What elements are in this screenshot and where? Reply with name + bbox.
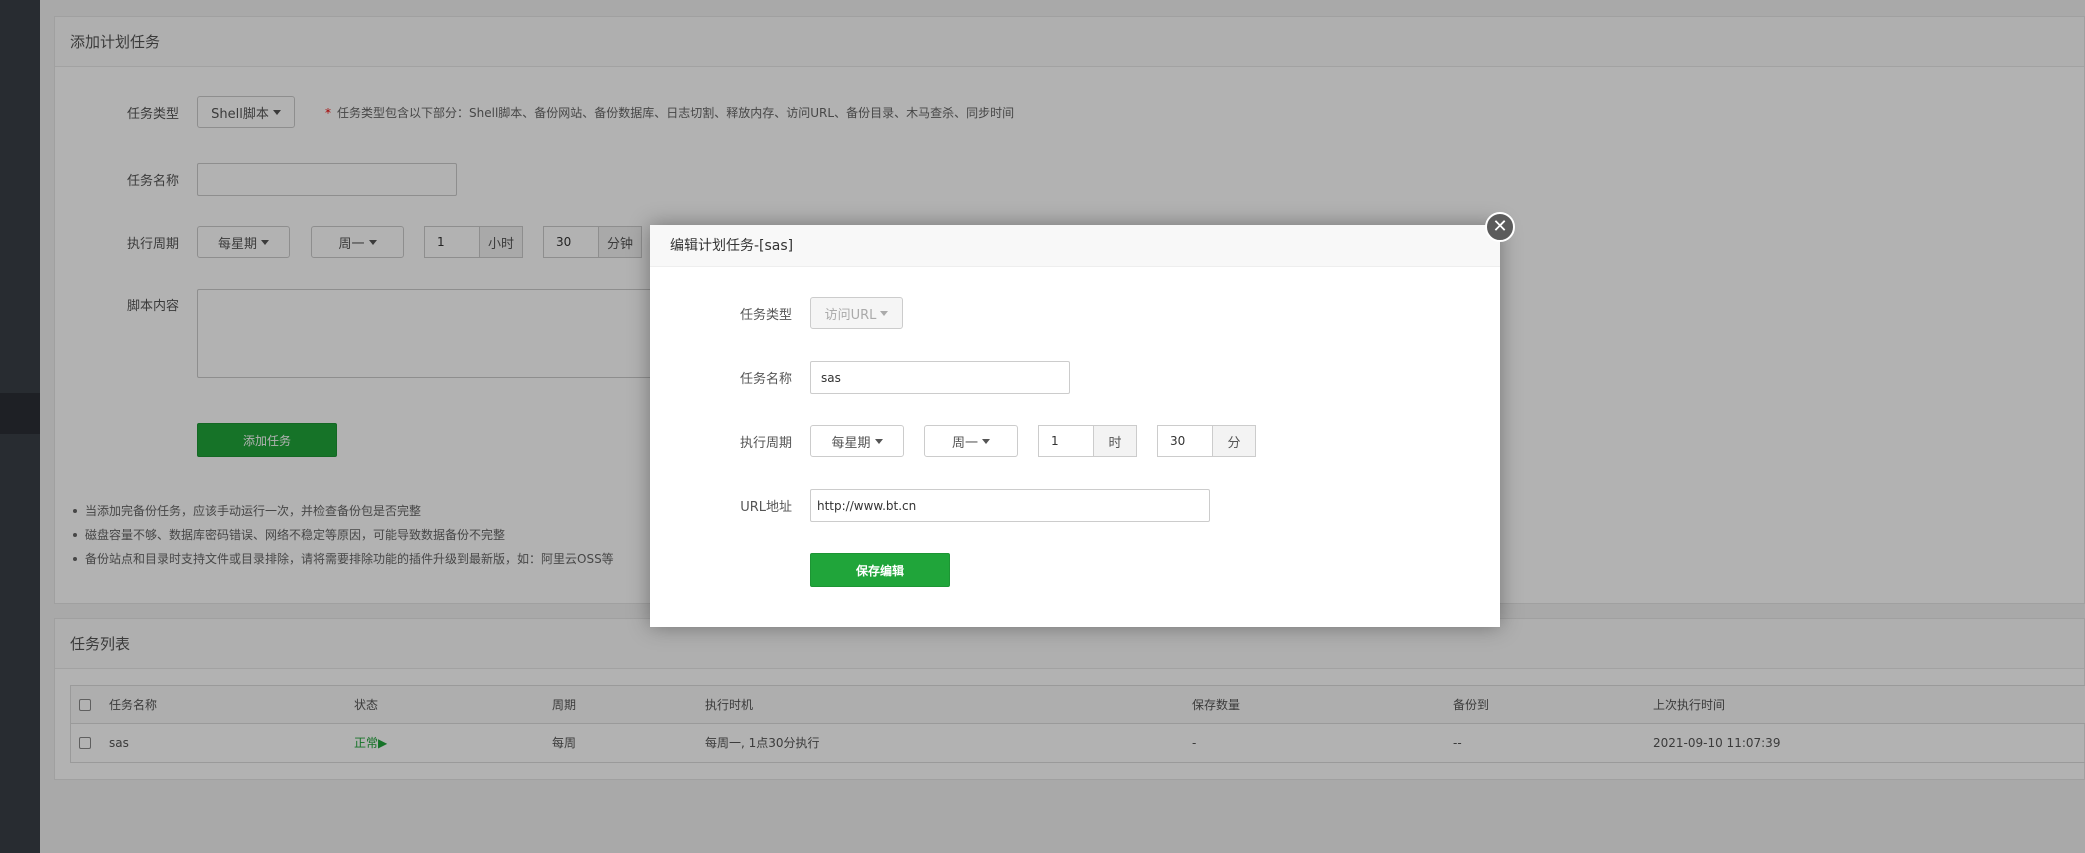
modal-name-row: 任务名称 sas (650, 361, 1070, 394)
modal-name-label: 任务名称 (739, 372, 792, 387)
edit-task-modal: 编辑计划任务-[sas] ✕ 任务类型 访问URL 任务名称 sas 执行周期 … (650, 212, 1515, 627)
modal-type-value: 访问URL (824, 307, 877, 323)
modal-minute-input[interactable]: 30 (1157, 425, 1212, 457)
modal-minute-input-group: 30 分 (1157, 425, 1256, 457)
modal-minute-unit: 分 (1212, 425, 1256, 457)
modal-cycle-label: 执行周期 (739, 435, 792, 451)
chevron-down-icon (880, 310, 889, 316)
modal-url-label: URL地址 (740, 500, 792, 515)
modal-type-label: 任务类型 (739, 307, 792, 323)
modal-save-row: 保存编辑 (810, 553, 950, 587)
modal-hour-unit: 时 (1093, 425, 1137, 457)
modal-title: 编辑计划任务-[sas] (650, 225, 1500, 267)
modal-cycle-row: 执行周期 每星期 周一 1 时 30 分 (650, 425, 1256, 457)
modal-type-dropdown: 访问URL (810, 297, 903, 329)
modal-cycle-dropdown[interactable]: 每星期 (810, 425, 904, 457)
modal-type-row: 任务类型 访问URL (650, 297, 903, 329)
chevron-down-icon (874, 438, 883, 444)
modal-cycle-value: 每星期 (831, 435, 871, 451)
modal-weekday-dropdown[interactable]: 周一 (924, 425, 1018, 457)
close-icon[interactable]: ✕ (1485, 212, 1515, 242)
modal-name-input[interactable]: sas (810, 361, 1070, 394)
modal-hour-input-group: 1 时 (1038, 425, 1137, 457)
save-edit-button[interactable]: 保存编辑 (810, 553, 950, 587)
modal-hour-input[interactable]: 1 (1038, 425, 1093, 457)
modal-url-row: URL地址 http://www.bt.cn (650, 489, 1210, 522)
modal-weekday-value: 周一 (951, 435, 978, 451)
modal-url-input[interactable]: http://www.bt.cn (810, 489, 1210, 522)
chevron-down-icon (982, 438, 990, 444)
